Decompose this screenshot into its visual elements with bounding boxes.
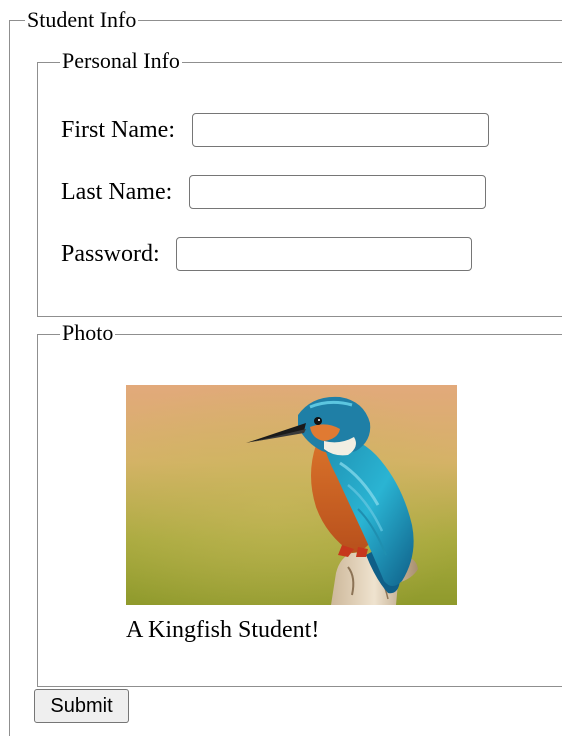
photo-legend: Photo bbox=[60, 320, 116, 345]
submit-button[interactable]: Submit bbox=[34, 689, 129, 723]
kingfisher-photo bbox=[126, 385, 457, 605]
password-input[interactable] bbox=[176, 237, 472, 271]
last-name-input[interactable] bbox=[189, 175, 486, 209]
first-name-label: First Name: bbox=[61, 117, 175, 143]
first-name-input[interactable] bbox=[192, 113, 489, 147]
last-name-label: Last Name: bbox=[61, 179, 173, 205]
photo-caption: A Kingfish Student! bbox=[126, 617, 320, 643]
student-info-legend: Student Info bbox=[25, 7, 139, 32]
personal-info-legend: Personal Info bbox=[60, 48, 182, 73]
password-label: Password: bbox=[61, 241, 160, 267]
